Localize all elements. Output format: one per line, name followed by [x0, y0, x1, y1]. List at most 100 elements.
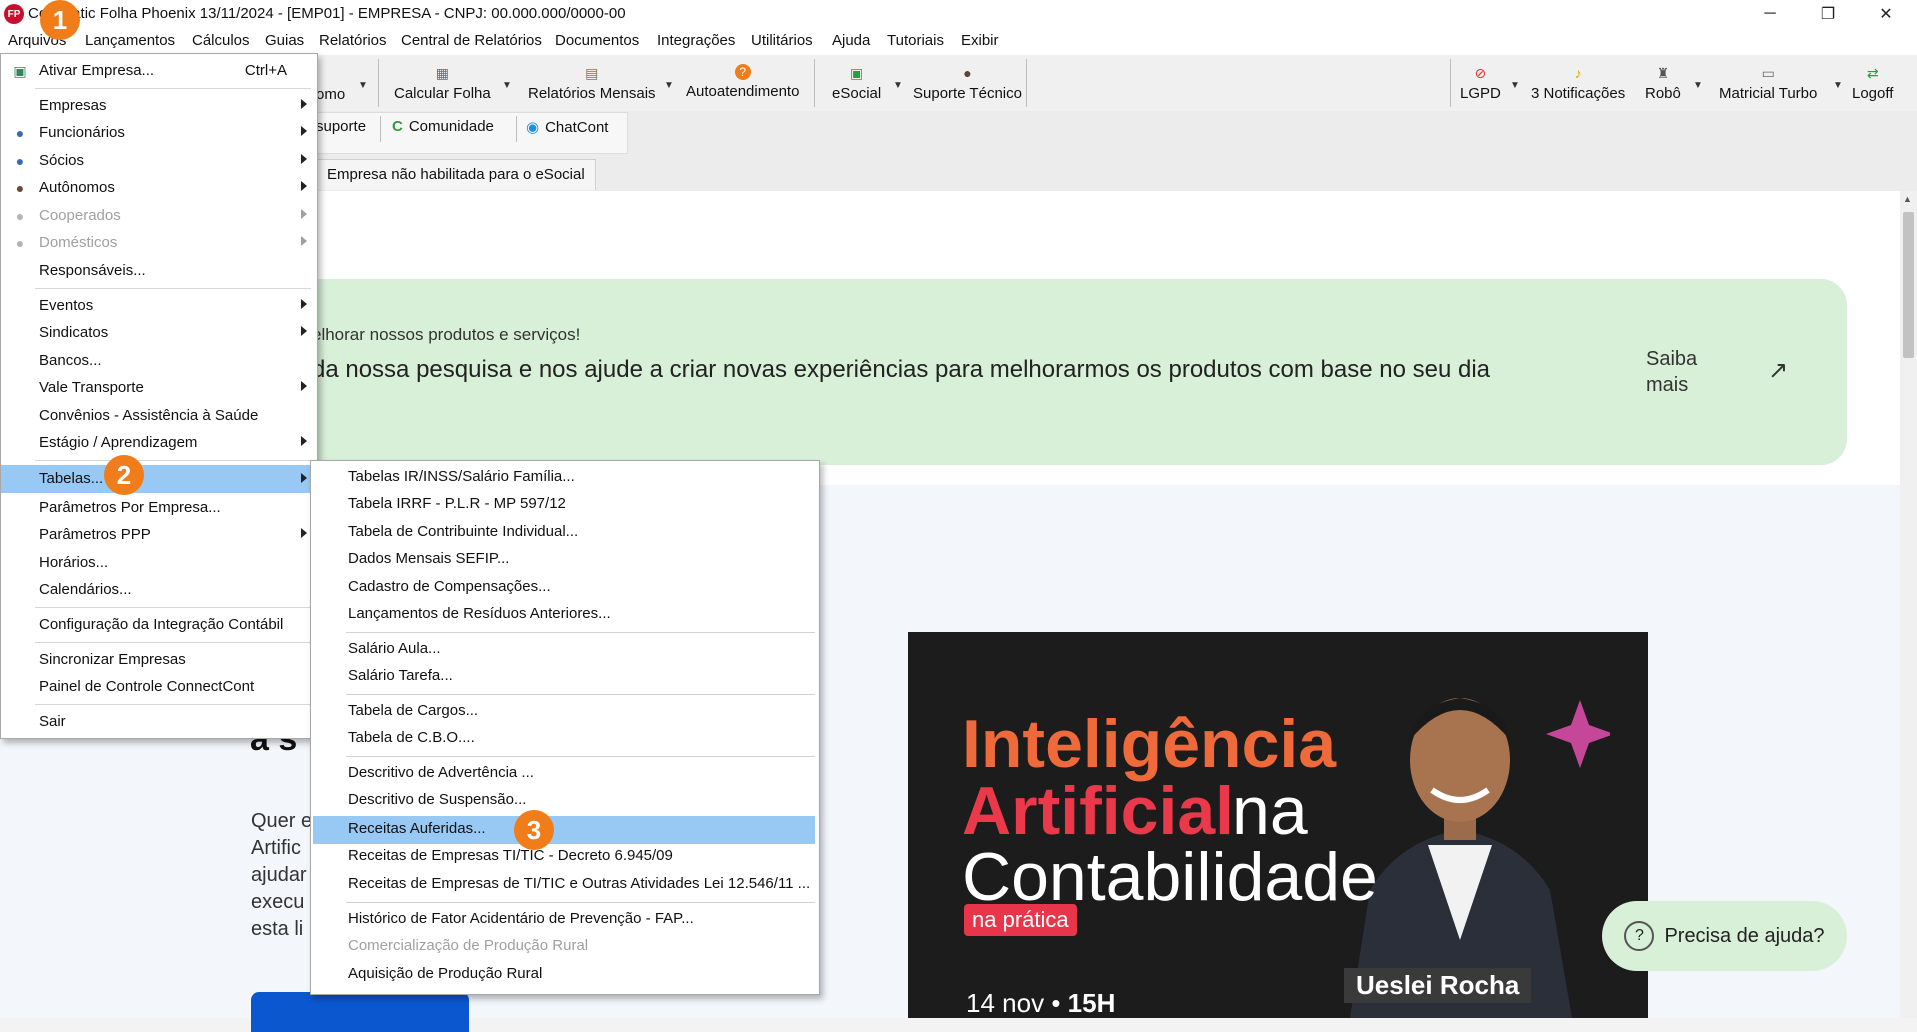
menu-item-horarios[interactable]: Horários... [1, 550, 317, 576]
printer-icon: ▭ [1761, 65, 1775, 81]
menu-documentos[interactable]: Documentos [555, 32, 639, 49]
menu-exibir[interactable]: Exibir [961, 32, 999, 49]
menu-separator [35, 642, 311, 643]
restore-button[interactable]: ❐ [1800, 0, 1856, 28]
dropdown-arrow-icon[interactable]: ▼ [893, 80, 903, 91]
section-text-line: execu [251, 891, 305, 913]
menu-ajuda[interactable]: Ajuda [832, 32, 870, 49]
menu-item-autonomos[interactable]: ● Autônomos [1, 175, 317, 201]
menu-item-sair[interactable]: Sair [1, 709, 317, 735]
dropdown-arrow-icon[interactable]: ▼ [1833, 80, 1843, 91]
dropdown-arrow-icon[interactable]: ▼ [1510, 80, 1520, 91]
submenu-item-receitas-ti-decreto[interactable]: Receitas de Empresas TI/TIC - Decreto 6.… [348, 847, 673, 864]
menu-separator [35, 88, 311, 89]
lgpd-button[interactable]: ⊘ LGPD [1460, 64, 1501, 102]
submenu-item-cargos[interactable]: Tabela de Cargos... [348, 702, 478, 719]
help-icon: ? [1624, 921, 1655, 951]
menu-item-label: Vale Transporte [39, 379, 144, 396]
dropdown-arrow-icon[interactable]: ▼ [358, 80, 368, 91]
matricial-turbo-button[interactable]: ▭ Matricial Turbo [1719, 64, 1817, 102]
saiba-mais-link[interactable]: Saiba mais [1646, 346, 1716, 398]
submenu-arrow-icon [301, 473, 307, 483]
scrollbar-thumb[interactable] [1903, 212, 1914, 358]
menu-tutoriais[interactable]: Tutoriais [887, 32, 944, 49]
submenu-item-compensacoes[interactable]: Cadastro de Compensações... [348, 578, 551, 595]
suporte-link[interactable]: suporte [316, 118, 366, 135]
menu-item-ativar-empresa[interactable]: ▣ Ativar Empresa... Ctrl+A [1, 58, 317, 84]
menu-item-connectcont[interactable]: Painel de Controle ConnectCont [1, 674, 317, 700]
app-logo-icon: FP [4, 4, 24, 24]
menu-item-sindicatos[interactable]: Sindicatos [1, 320, 317, 346]
menu-separator [35, 288, 311, 289]
toolbar-partial-label[interactable]: omo [316, 86, 345, 103]
submenu-item-contribuinte-individual[interactable]: Tabela de Contribuinte Individual... [348, 523, 578, 540]
chatcont-button[interactable]: ◉ ChatCont [526, 118, 608, 137]
esocial-icon: ▣ [849, 65, 864, 81]
calcular-folha-button[interactable]: ▦ Calcular Folha [394, 64, 491, 102]
autoatendimento-button[interactable]: ? Autoatendimento [686, 64, 799, 100]
submenu-arrow-icon [301, 299, 307, 309]
arrow-up-right-icon[interactable]: ↗ [1768, 356, 1788, 385]
person-icon: ● [15, 153, 25, 169]
cta-button[interactable] [251, 992, 469, 1032]
menu-item-eventos[interactable]: Eventos [1, 293, 317, 319]
logoff-button[interactable]: ⇄ Logoff [1852, 64, 1893, 102]
submenu-item-residuos[interactable]: Lançamentos de Resíduos Anteriores... [348, 605, 611, 622]
menu-item-parametros-ppp[interactable]: Parâmetros PPP [1, 522, 317, 548]
submenu-item-aquisicao-rural[interactable]: Aquisição de Produção Rural [348, 965, 542, 982]
scroll-up-icon[interactable]: ▲ [1903, 194, 1912, 204]
menu-item-integracao-contabil[interactable]: Configuração da Integração Contábil [1, 612, 317, 638]
submenu-item-fap[interactable]: Histórico de Fator Acidentário de Preven… [348, 910, 694, 927]
menu-item-bancos[interactable]: Bancos... [1, 348, 317, 374]
menu-central-relatorios[interactable]: Central de Relatórios [401, 32, 542, 49]
minimize-button[interactable]: ─ [1742, 0, 1798, 28]
menu-utilitarios[interactable]: Utilitários [751, 32, 813, 49]
menu-item-estagio[interactable]: Estágio / Aprendizagem [1, 430, 317, 456]
menu-item-label: Sair [39, 713, 66, 730]
submenu-item-receitas-auferidas[interactable]: Receitas Auferidas... [348, 820, 486, 837]
menu-integracoes[interactable]: Integrações [657, 32, 735, 49]
tab-esocial-status[interactable]: Empresa não habilitada para o eSocial [316, 159, 596, 190]
chat-icon: ◉ [526, 119, 540, 136]
submenu-item-tabelas-ir-inss[interactable]: Tabelas IR/INSS/Salário Família... [348, 468, 575, 485]
relatorios-mensais-button[interactable]: ▤ Relatórios Mensais [528, 64, 656, 102]
calculator-icon: ▦ [435, 65, 449, 81]
esocial-button[interactable]: ▣ eSocial [832, 64, 881, 102]
help-chat-button[interactable]: ? Precisa de ajuda? [1602, 901, 1847, 971]
menu-item-funcionarios[interactable]: ● Funcionários [1, 120, 317, 146]
arquivos-dropdown-menu: ▣ Ativar Empresa... Ctrl+A Empresas ● Funci… [0, 53, 318, 739]
menu-item-sincronizar-empresas[interactable]: Sincronizar Empresas [1, 647, 317, 673]
submenu-item-cbo[interactable]: Tabela de C.B.O.... [348, 729, 475, 746]
menu-item-tabelas[interactable]: Tabelas... [1, 465, 317, 493]
menu-lancamentos[interactable]: Lançamentos [85, 32, 175, 49]
dropdown-arrow-icon[interactable]: ▼ [1693, 80, 1703, 91]
suporte-tecnico-button[interactable]: ● Suporte Técnico [913, 64, 1022, 102]
submenu-item-dados-sefip[interactable]: Dados Mensais SEFIP... [348, 550, 509, 567]
submenu-item-receitas-ti-lei[interactable]: Receitas de Empresas de TI/TIC e Outras … [348, 875, 810, 892]
notificacoes-button[interactable]: ♪ 3 Notificações [1531, 64, 1625, 102]
menu-item-responsaveis[interactable]: Responsáveis... [1, 258, 317, 284]
menu-item-socios[interactable]: ● Sócios [1, 148, 317, 174]
promo-date-day: 14 nov [966, 988, 1045, 1018]
close-button[interactable]: ✕ [1858, 0, 1914, 28]
menu-relatorios[interactable]: Relatórios [319, 32, 387, 49]
menu-item-convenios[interactable]: Convênios - Assistência à Saúde [1, 403, 317, 429]
dropdown-arrow-icon[interactable]: ▼ [664, 80, 674, 91]
menu-item-calendarios[interactable]: Calendários... [1, 577, 317, 603]
submenu-item-irrf-plr[interactable]: Tabela IRRF - P.L.R - MP 597/12 [348, 495, 566, 512]
robo-button[interactable]: ♜ Robô [1645, 64, 1681, 102]
menu-separator [346, 756, 815, 757]
menu-item-vale-transporte[interactable]: Vale Transporte [1, 375, 317, 401]
menu-calculos[interactable]: Cálculos [192, 32, 250, 49]
submenu-item-salario-tarefa[interactable]: Salário Tarefa... [348, 667, 453, 684]
menu-guias[interactable]: Guias [265, 32, 304, 49]
submenu-item-advertencia[interactable]: Descritivo de Advertência ... [348, 764, 534, 781]
submenu-item-salario-aula[interactable]: Salário Aula... [348, 640, 441, 657]
submenu-item-suspensao[interactable]: Descritivo de Suspensão... [348, 791, 526, 808]
menu-item-parametros-empresa[interactable]: Parâmetros Por Empresa... [1, 495, 317, 521]
comunidade-button[interactable]: C Comunidade [392, 118, 494, 135]
menu-item-empresas[interactable]: Empresas [1, 93, 317, 119]
menu-item-label: Bancos... [39, 352, 102, 369]
dropdown-arrow-icon[interactable]: ▼ [502, 80, 512, 91]
menu-item-label: Cooperados [39, 207, 121, 224]
